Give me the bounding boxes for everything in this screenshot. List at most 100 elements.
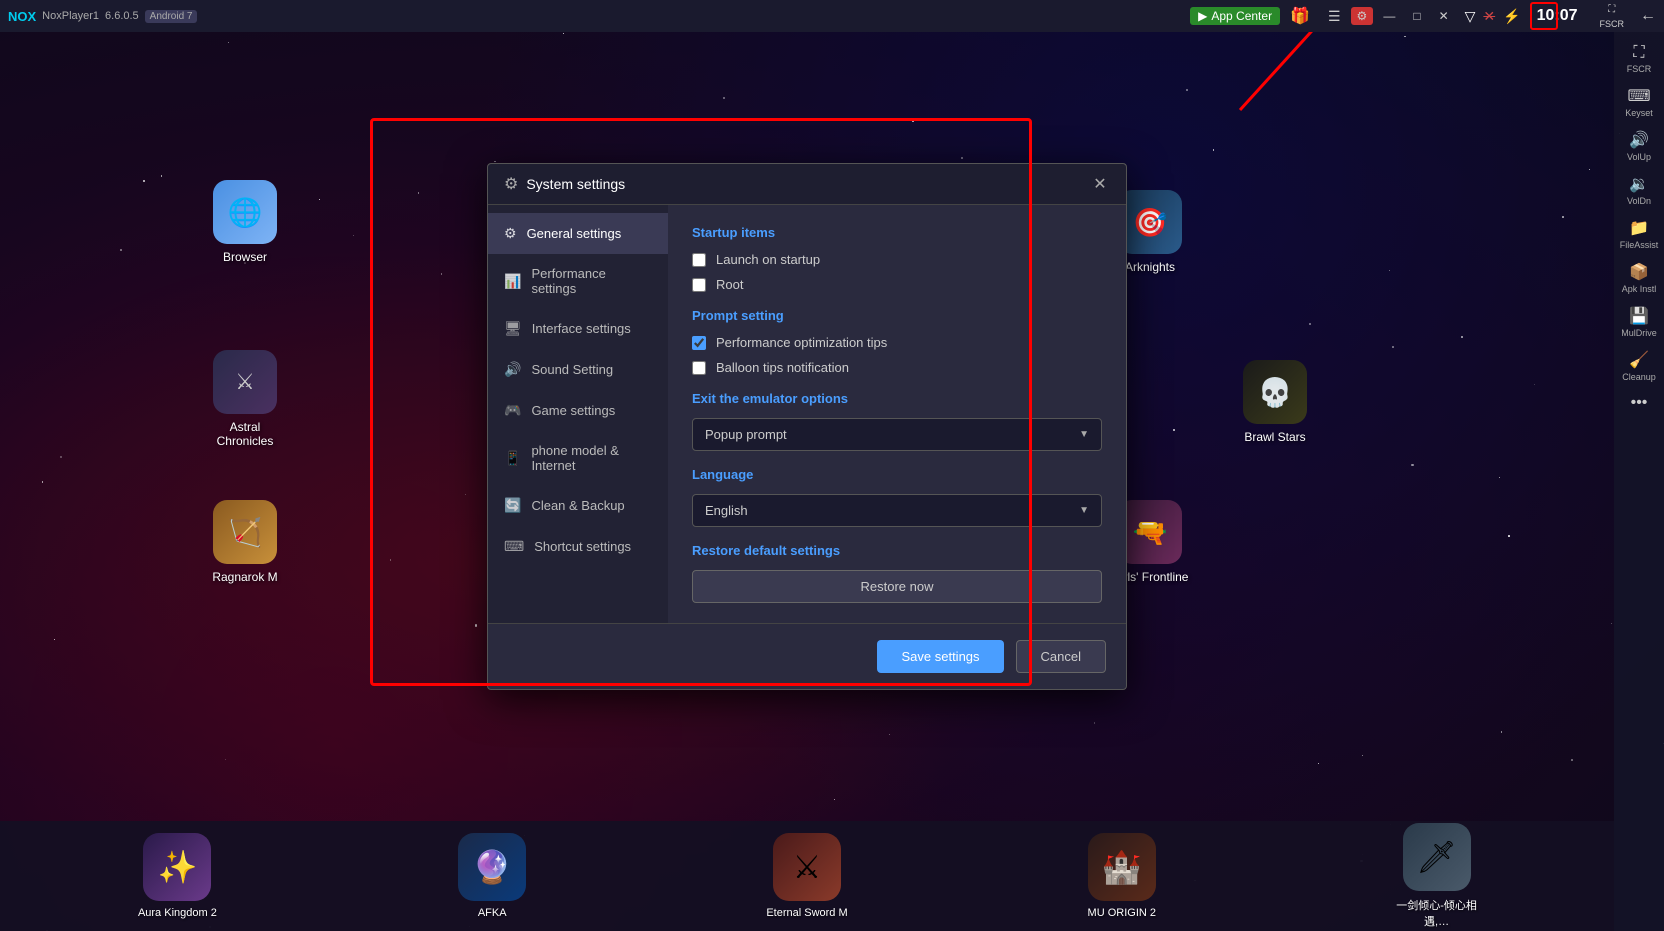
keyset-icon: ⌨ — [1627, 86, 1650, 106]
menu-button[interactable]: ☰ — [1320, 6, 1349, 27]
restore-now-button[interactable]: Restore now — [692, 570, 1102, 603]
perf-tips-label: Performance optimization tips — [716, 335, 887, 350]
balloon-tips-label: Balloon tips notification — [716, 360, 849, 375]
fscr-button[interactable]: ⛶ FSCR — [1596, 2, 1629, 31]
sidebar-muldrive[interactable]: 💾 MulDrive — [1614, 302, 1664, 342]
perf-tips-row: Performance optimization tips — [692, 335, 1102, 350]
dialog-overlay: ⚙ System settings ✕ ⚙ General settings 📊… — [0, 32, 1614, 821]
sidebar-apkinstl[interactable]: 📦 Apk Instl — [1614, 258, 1664, 298]
root-checkbox[interactable] — [692, 278, 706, 292]
nav-phone-model[interactable]: 📱 phone model & Internet — [488, 431, 668, 485]
shortcut-nav-icon: ⌨ — [504, 538, 524, 555]
language-section-title: Language — [692, 467, 1102, 482]
prompt-section-title: Prompt setting — [692, 308, 1102, 323]
nox-version-num: 6.6.0.5 — [105, 10, 139, 22]
sword-icon-img: 🗡 — [1403, 823, 1471, 891]
sidebar-voldn[interactable]: 🔉 VolDn — [1614, 170, 1664, 210]
cancel-button[interactable]: Cancel — [1016, 640, 1106, 673]
more-icon: ••• — [1631, 394, 1648, 412]
interface-nav-icon: 🖥 — [504, 320, 522, 337]
bottom-app-sword[interactable]: 🗡 一剑倾心-倾心相遇,… — [1392, 823, 1482, 929]
nox-version: NoxPlayer1 — [42, 10, 99, 22]
voldn-icon: 🔉 — [1629, 174, 1649, 194]
nav-shortcut-settings[interactable]: ⌨ Shortcut settings — [488, 526, 668, 567]
sword-label: 一剑倾心-倾心相遇,… — [1392, 897, 1482, 929]
balloon-tips-checkbox[interactable] — [692, 361, 706, 375]
dialog-close-button[interactable]: ✕ — [1090, 174, 1110, 194]
nav-interface-settings[interactable]: 🖥 Interface settings — [488, 308, 668, 349]
volup-icon: 🔊 — [1629, 130, 1649, 150]
battery-icon: ⚡ — [1503, 8, 1520, 25]
sidebar-fscr[interactable]: ⛶ FSCR — [1614, 40, 1664, 78]
app-center-button[interactable]: ▶ App Center — [1190, 7, 1280, 25]
bottom-taskbar: ✨ Aura Kingdom 2 🔮 AFKA ⚔ Eternal Sword … — [0, 821, 1614, 931]
apkinstl-icon: 📦 — [1629, 262, 1649, 282]
nav-sound-setting[interactable]: 🔊 Sound Setting — [488, 349, 668, 390]
time-display: 10:07 — [1529, 7, 1586, 25]
sidebar-fileassist[interactable]: 📁 FileAssist — [1614, 214, 1664, 254]
aura-icon-img: ✨ — [143, 833, 211, 901]
muldrive-icon: 💾 — [1629, 306, 1649, 326]
maximize-button[interactable]: □ — [1405, 7, 1428, 25]
sidebar-keyset[interactable]: ⌨ Keyset — [1614, 82, 1664, 122]
launch-on-startup-row: Launch on startup — [692, 252, 1102, 267]
startup-section-title: Startup items — [692, 225, 1102, 240]
topbar-logo: NOX NoxPlayer1 6.6.0.5 Android 7 — [0, 9, 205, 24]
sidebar-cleanup[interactable]: 🧹 Cleanup — [1614, 346, 1664, 386]
mu-label: MU ORIGIN 2 — [1088, 907, 1156, 919]
bottom-app-aura[interactable]: ✨ Aura Kingdom 2 — [132, 833, 222, 919]
topbar: NOX NoxPlayer1 6.6.0.5 Android 7 ▶ App C… — [0, 0, 1664, 32]
exit-section-title: Exit the emulator options — [692, 391, 1102, 406]
dialog-footer: Save settings Cancel — [488, 623, 1126, 689]
nav-game-settings[interactable]: 🎮 Game settings — [488, 390, 668, 431]
close-button[interactable]: ✕ — [1431, 7, 1457, 25]
save-settings-button[interactable]: Save settings — [877, 640, 1003, 673]
launch-on-startup-checkbox[interactable] — [692, 253, 706, 267]
play-icon: ▶ — [1198, 9, 1207, 23]
language-dropdown[interactable]: English ▼ — [692, 494, 1102, 527]
general-nav-icon: ⚙ — [504, 225, 517, 242]
dialog-titlebar: ⚙ System settings ✕ — [488, 164, 1126, 205]
aura-label: Aura Kingdom 2 — [138, 907, 217, 919]
settings-button[interactable]: ⚙ — [1351, 7, 1374, 25]
root-label: Root — [716, 277, 743, 292]
signal-icon: ✕ — [1483, 8, 1495, 25]
sidebar-more[interactable]: ••• — [1614, 390, 1664, 418]
eternal-icon-img: ⚔ — [773, 833, 841, 901]
afka-label: AFKA — [478, 907, 507, 919]
fileassist-icon: 📁 — [1629, 218, 1649, 238]
gift-button[interactable]: 🎁 — [1282, 4, 1318, 28]
exit-dropdown[interactable]: Popup prompt ▼ — [692, 418, 1102, 451]
right-sidebar: ⛶ FSCR ⌨ Keyset 🔊 VolUp 🔉 VolDn 📁 FileAs… — [1614, 32, 1664, 931]
minimize-button[interactable]: — — [1375, 7, 1403, 25]
dialog-body: ⚙ General settings 📊 Performance setting… — [488, 205, 1126, 623]
afka-icon-img: 🔮 — [458, 833, 526, 901]
system-settings-dialog: ⚙ System settings ✕ ⚙ General settings 📊… — [487, 163, 1127, 690]
nav-performance-settings[interactable]: 📊 Performance settings — [488, 254, 668, 308]
game-nav-icon: 🎮 — [504, 402, 521, 419]
performance-nav-icon: 📊 — [504, 273, 521, 290]
bottom-app-afka[interactable]: 🔮 AFKA — [447, 833, 537, 919]
bottom-app-eternal[interactable]: ⚔ Eternal Sword M — [762, 833, 852, 919]
sidebar-volup[interactable]: 🔊 VolUp — [1614, 126, 1664, 166]
dialog-sidebar: ⚙ General settings 📊 Performance setting… — [488, 205, 668, 623]
dialog-title-gear-icon: ⚙ — [504, 174, 518, 194]
launch-on-startup-label: Launch on startup — [716, 252, 820, 267]
language-dropdown-arrow: ▼ — [1079, 505, 1089, 516]
clean-nav-icon: 🔄 — [504, 497, 521, 514]
bottom-app-mu[interactable]: 🏰 MU ORIGIN 2 — [1077, 833, 1167, 919]
back-button[interactable]: ← — [1632, 5, 1664, 27]
exit-dropdown-arrow: ▼ — [1079, 429, 1089, 440]
cleanup-icon: 🧹 — [1629, 350, 1649, 370]
fscr-icon: ⛶ — [1608, 4, 1615, 15]
nav-clean-backup[interactable]: 🔄 Clean & Backup — [488, 485, 668, 526]
fscr-sidebar-icon: ⛶ — [1633, 44, 1644, 62]
dialog-title: System settings — [526, 176, 1082, 192]
mu-icon-img: 🏰 — [1088, 833, 1156, 901]
nox-logo-text: NOX — [8, 9, 36, 24]
perf-tips-checkbox[interactable] — [692, 336, 706, 350]
nav-general-settings[interactable]: ⚙ General settings — [488, 213, 668, 254]
eternal-label: Eternal Sword M — [766, 907, 847, 919]
topbar-right: ▶ App Center 🎁 ☰ ⚙ — □ ✕ — [1190, 4, 1465, 28]
root-row: Root — [692, 277, 1102, 292]
